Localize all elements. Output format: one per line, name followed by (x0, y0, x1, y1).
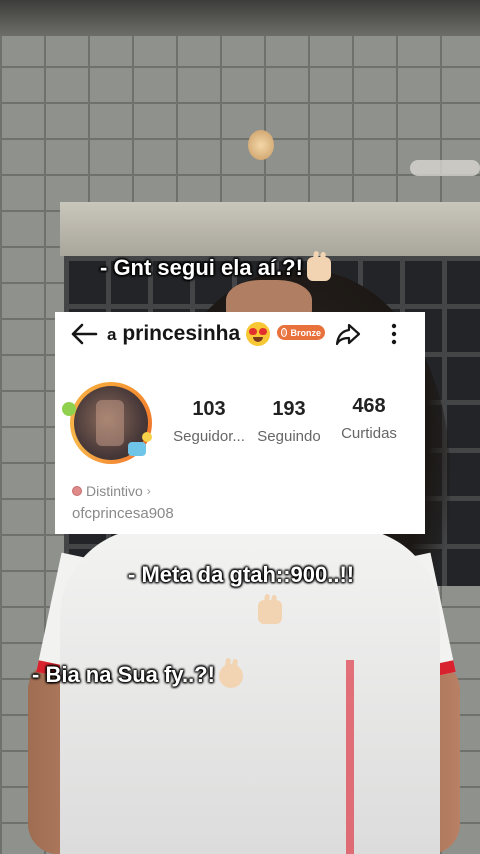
caption-text: - Meta da gtah::900..!! (128, 562, 355, 587)
bronze-badge[interactable]: Bronze (277, 325, 325, 340)
caption-line-3: - Bia na Sua fy..?! (32, 662, 243, 689)
distintivo-link[interactable]: Distintivo › (72, 483, 151, 499)
peace-hand-emoji-icon (306, 257, 331, 282)
following-label: Seguindo (257, 428, 321, 445)
more-vertical-icon[interactable] (385, 320, 403, 348)
caption-text: - Bia na Sua fy..?! (32, 662, 215, 687)
arrow-left-icon[interactable] (69, 320, 99, 348)
ceiling (0, 0, 480, 36)
followers-label: Seguidor... (173, 428, 245, 445)
username-text: princesinha (122, 322, 241, 345)
avatar-decoration (62, 402, 76, 416)
profile-handle: ofcprincesa908 (72, 505, 174, 522)
caption-line-2-emoji (254, 598, 282, 625)
window-lintel (60, 202, 480, 256)
caption-text: - Gnt segui ela aí.?! (100, 255, 303, 280)
peace-hand-emoji-icon (258, 600, 282, 625)
avatar-decoration (142, 432, 152, 442)
heart-eyes-emoji-icon (246, 322, 271, 347)
followers-count: 103 (192, 398, 226, 420)
caption-line-1: - Gnt segui ela aí.?! (100, 255, 331, 282)
wall-cable (410, 160, 480, 176)
avatar-decoration (128, 442, 146, 456)
followers-stat[interactable]: 103 Seguidor... (167, 398, 251, 445)
distintivo-icon (72, 486, 82, 496)
likes-stat[interactable]: 468 Curtidas (331, 395, 407, 442)
caption-line-2: - Meta da gtah::900..!! (128, 562, 354, 588)
ok-hand-emoji-icon (218, 664, 243, 689)
badge-label: Bronze (290, 327, 321, 338)
following-count: 193 (272, 398, 306, 420)
username-prefix: a (107, 325, 117, 344)
avatar[interactable] (62, 382, 152, 464)
distintivo-label: Distintivo (86, 483, 143, 499)
likes-count: 468 (352, 395, 386, 417)
wall-lamp (248, 130, 274, 160)
following-stat[interactable]: 193 Seguindo (251, 398, 327, 445)
likes-label: Curtidas (341, 425, 397, 442)
profile-card: a princesinha Bronze 103 Seguidor... 193… (55, 312, 425, 534)
shirt-stripe (346, 660, 354, 854)
profile-header: a princesinha Bronze (55, 312, 425, 356)
badge-icon (281, 328, 288, 337)
profile-username: a princesinha (107, 322, 271, 347)
chevron-right-icon: › (146, 484, 151, 498)
share-icon[interactable] (335, 322, 361, 346)
